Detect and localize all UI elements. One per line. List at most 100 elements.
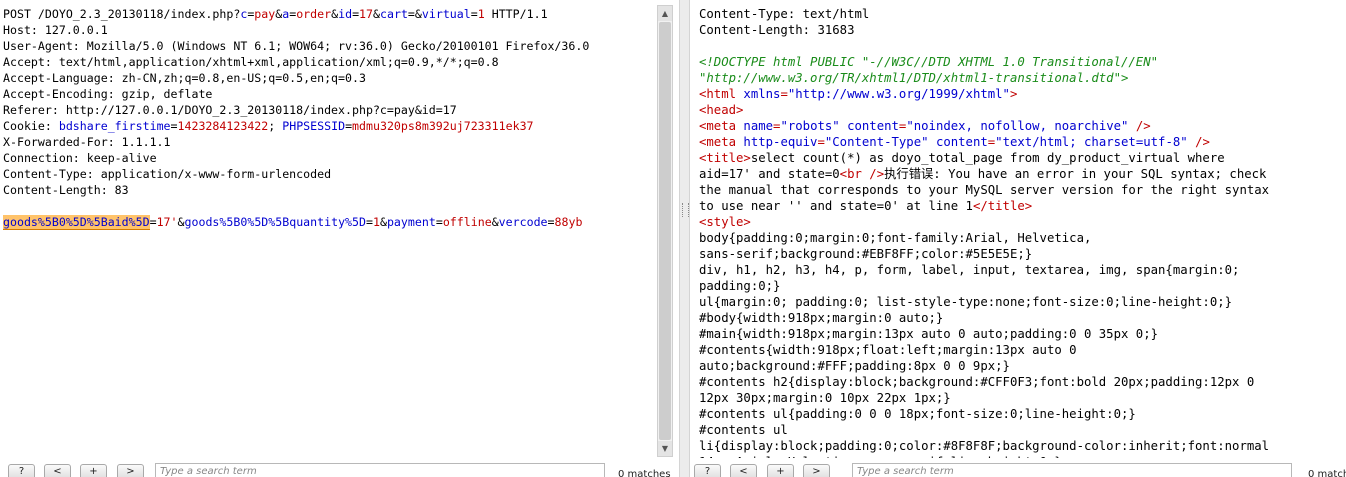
request-token: Referer: http://127.0.0.1/DOYO_2.3_20130…	[3, 103, 457, 117]
request-token: POST /DOYO_2.3_20130118/index.php?	[3, 7, 241, 21]
response-token: </title>	[972, 199, 1033, 213]
request-token: =	[366, 215, 373, 229]
request-token: Connection: keep-alive	[3, 151, 157, 165]
request-token: pay	[254, 7, 276, 21]
response-line: to use near '' and state=0' at line 1</t…	[699, 198, 1339, 214]
help-button[interactable]: ?	[694, 464, 721, 477]
request-token: Content-Length: 83	[3, 183, 129, 197]
request-line: User-Agent: Mozilla/5.0 (Windows NT 6.1;…	[3, 38, 657, 54]
request-scrollbar[interactable]: ▲ ▼	[657, 5, 673, 457]
request-token: User-Agent: Mozilla/5.0 (Windows NT 6.1;…	[3, 39, 590, 53]
response-token: #contents h2{display:block;background:#C…	[699, 375, 1255, 389]
response-line: <meta http-equiv="Content-Type" content=…	[699, 134, 1339, 150]
request-token: Accept-Encoding: gzip, deflate	[3, 87, 213, 101]
request-token: 1	[477, 7, 485, 21]
request-pane: POST /DOYO_2.3_20130118/index.php?c=pay&…	[0, 0, 679, 477]
request-token: Host: 127.0.0.1	[3, 23, 108, 37]
request-token: =	[435, 215, 443, 229]
request-token: 17'	[156, 215, 178, 229]
response-token: <style>	[699, 215, 751, 229]
response-editor[interactable]: Content-Type: text/html Content-Length: 3…	[699, 6, 1339, 458]
match-count: 0 matches	[618, 469, 671, 477]
response-line: <title>select count(*) as doyo_total_pag…	[699, 150, 1339, 166]
search-input[interactable]: Type a search term	[852, 463, 1292, 477]
response-token: body{padding:0;margin:0;font-family:Aria…	[699, 231, 1092, 245]
response-token: select count(*) as doyo_total_page from …	[750, 151, 1225, 165]
next-match-button[interactable]: >	[803, 464, 830, 477]
request-token: &	[177, 215, 185, 229]
previous-match-button[interactable]: <	[730, 464, 757, 477]
response-line: aid=17' and state=0<br />执行错误: You have …	[699, 166, 1339, 182]
next-match-button[interactable]: >	[117, 464, 144, 477]
request-token: =	[470, 7, 478, 21]
response-token: />	[1187, 135, 1210, 149]
request-editor[interactable]: POST /DOYO_2.3_20130118/index.php?c=pay&…	[3, 6, 657, 458]
splitter-grip-icon[interactable]	[682, 203, 689, 217]
response-token: #contents ul{padding:0 0 0 18px;font-siz…	[699, 407, 1136, 421]
request-token: vercode	[498, 215, 548, 229]
request-line: Connection: keep-alive	[3, 150, 657, 166]
request-line: goods%5B0%5D%5Baid%5D=17'&goods%5B0%5D%5…	[3, 214, 657, 230]
response-token: "http://www.w3.org/TR/xhtml1/DTD/xhtml1-…	[699, 71, 1129, 85]
request-token: =	[149, 215, 157, 229]
response-token: #body{width:918px;margin:0 auto;}	[699, 311, 944, 325]
response-line: div, h1, h2, h3, h4, p, form, label, inp…	[699, 262, 1339, 278]
response-token: name	[743, 119, 774, 133]
request-token: 88yb	[554, 215, 583, 229]
request-token: offline	[442, 215, 492, 229]
response-token: <meta	[699, 119, 744, 133]
request-token: bdshare_firstime	[58, 119, 171, 133]
previous-match-button[interactable]: <	[44, 464, 71, 477]
request-token: 1	[372, 215, 380, 229]
response-token: "http://www.w3.org/1999/xhtml"	[787, 87, 1010, 101]
request-token: virtual	[421, 7, 471, 21]
response-token: #main{width:918px;margin:13px auto 0 aut…	[699, 327, 1159, 341]
scroll-thumb[interactable]	[659, 22, 671, 440]
response-line: "http://www.w3.org/TR/xhtml1/DTD/xhtml1-…	[699, 70, 1339, 86]
scroll-down-arrow-icon[interactable]: ▼	[658, 441, 672, 456]
response-line: <meta name="robots" content="noindex, no…	[699, 118, 1339, 134]
response-line: the manual that corresponds to your MySQ…	[699, 182, 1339, 198]
response-token: auto;background:#FFF;padding:8px 0 0 9px…	[699, 359, 1010, 373]
response-token: <title>	[699, 151, 751, 165]
response-token: <head>	[699, 103, 744, 117]
response-line: 14px Arial, Helvetica, sans-serif;line-h…	[699, 454, 1339, 458]
request-token: 17	[359, 7, 374, 21]
request-token: =&	[407, 7, 422, 21]
response-token: to use near '' and state=0' at line 1	[699, 199, 973, 213]
response-line: #contents ul{padding:0 0 0 18px;font-siz…	[699, 406, 1339, 422]
response-token: content	[935, 135, 988, 149]
response-token: Content-Type: text/html	[699, 7, 870, 21]
response-token: content	[847, 119, 899, 133]
response-line: #contents ul	[699, 422, 1339, 438]
request-token: goods%5B0%5D%5Bquantity%5D	[184, 215, 366, 229]
request-line: Cookie: bdshare_firstime=1423284123422; …	[3, 118, 657, 134]
request-line: Content-Type: application/x-www-form-url…	[3, 166, 657, 182]
response-line: #body{width:918px;margin:0 auto;}	[699, 310, 1339, 326]
response-token: "robots"	[780, 119, 840, 133]
response-token: =	[817, 135, 825, 149]
request-token: &	[379, 215, 387, 229]
response-token: http-equiv	[743, 135, 818, 149]
help-button[interactable]: ?	[8, 464, 35, 477]
request-token: Accept: text/html,application/xhtml+xml,…	[3, 55, 499, 69]
response-token: aid=17' and state=0	[699, 167, 840, 181]
request-token: Cookie:	[3, 119, 59, 133]
scroll-up-arrow-icon[interactable]: ▲	[658, 6, 672, 21]
request-token: &	[373, 7, 380, 21]
response-token: <br />	[839, 167, 885, 181]
response-token: "Content-Type"	[824, 135, 929, 149]
response-line: #contents{width:918px;float:left;margin:…	[699, 342, 1339, 358]
pane-splitter[interactable]	[679, 0, 690, 477]
response-line: <html xmlns="http://www.w3.org/1999/xhtm…	[699, 86, 1339, 102]
response-token: #contents ul	[699, 423, 788, 437]
response-token: the manual that corresponds to your MySQ…	[699, 183, 1270, 197]
response-pane: Content-Type: text/html Content-Length: 3…	[690, 0, 1346, 477]
response-token: li{display:block;padding:0;color:#8F8F8F…	[699, 439, 1270, 453]
request-line: Host: 127.0.0.1	[3, 22, 657, 38]
add-search-button[interactable]: +	[80, 464, 107, 477]
search-input[interactable]: Type a search term	[155, 463, 605, 477]
request-line: Accept: text/html,application/xhtml+xml,…	[3, 54, 657, 70]
add-search-button[interactable]: +	[767, 464, 794, 477]
request-token: ;	[268, 119, 283, 133]
